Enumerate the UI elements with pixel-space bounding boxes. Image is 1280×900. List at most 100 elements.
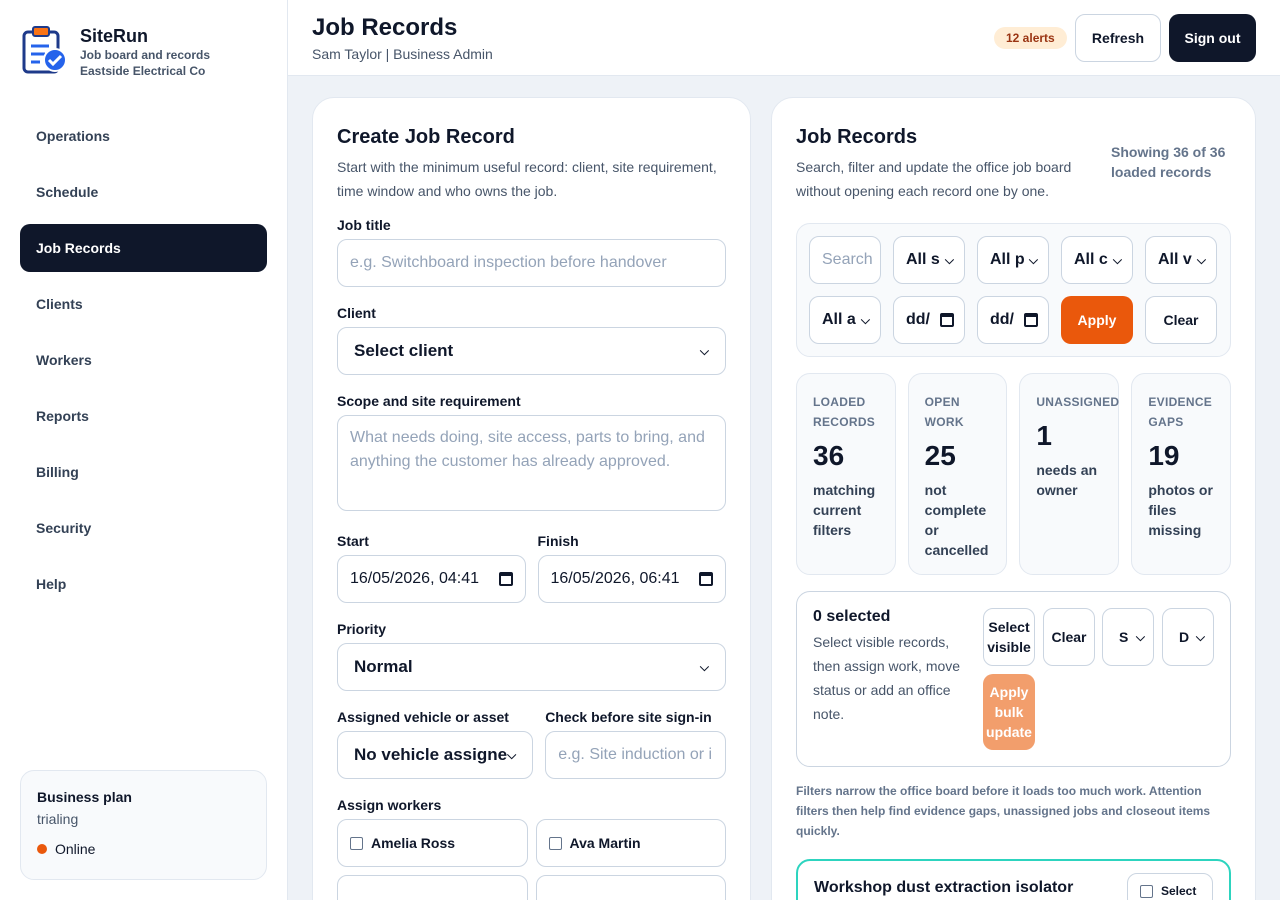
- workers-label: Assign workers: [337, 797, 442, 813]
- vehicle-label: Assigned vehicle or asset: [337, 709, 509, 725]
- sidebar-item-reports[interactable]: Reports: [20, 392, 267, 440]
- job-select-label: Select: [1161, 884, 1197, 898]
- create-panel-title: Create Job Record: [337, 126, 515, 148]
- alerts-badge[interactable]: 12 alerts: [994, 27, 1067, 49]
- chevron-down-icon: ⌵: [944, 252, 954, 267]
- chevron-down-icon: ⌵: [860, 312, 870, 327]
- filter-value: All c: [1074, 251, 1108, 268]
- vehicle-filter-select[interactable]: All v ⌵: [1145, 236, 1217, 284]
- job-records-panel: Job Records Search, filter and update th…: [771, 97, 1256, 900]
- checkbox[interactable]: [548, 836, 562, 850]
- stat-value: 1: [1036, 420, 1052, 451]
- stat-label: LOADED RECORDS: [813, 395, 876, 429]
- status-filter-select[interactable]: All s ⌵: [893, 236, 965, 284]
- sidebar-item-job-records[interactable]: Job Records: [20, 224, 267, 272]
- job-select-toggle[interactable]: Select: [1127, 873, 1213, 900]
- worker-option[interactable]: [535, 875, 726, 900]
- checkbox[interactable]: [1140, 884, 1153, 898]
- apply-filters-button[interactable]: Apply: [1061, 296, 1133, 344]
- clear-selection-button[interactable]: Clear: [1043, 608, 1095, 666]
- finish-label: Finish: [537, 533, 579, 549]
- sidebar-item-operations[interactable]: Operations: [20, 112, 267, 160]
- page-header: Job Records Sam Taylor | Business Admin …: [288, 0, 1280, 76]
- job-record-title: Workshop dust extraction isolator: [814, 879, 1074, 896]
- online-label: Online: [55, 841, 96, 857]
- stat-label: UNASSIGNED: [1036, 395, 1120, 409]
- sidebar-item-workers[interactable]: Workers: [20, 336, 267, 384]
- sign-out-button[interactable]: Sign out: [1169, 14, 1256, 62]
- finish-datetime-input[interactable]: 16/05/2026, 06:41: [537, 555, 726, 603]
- brand-tagline: Job board and records: [80, 48, 211, 62]
- filter-value: All s: [906, 251, 940, 268]
- bulk-description: Select visible records, then assign work…: [813, 634, 961, 722]
- check-input[interactable]: e.g. Site induction or i: [545, 731, 726, 779]
- client-filter-select[interactable]: All c ⌵: [1061, 236, 1133, 284]
- plan-title: Business plan: [37, 789, 132, 805]
- stat-card-unassigned[interactable]: UNASSIGNED 1 needs an owner: [1019, 373, 1120, 575]
- stat-note: matching current filters: [813, 482, 876, 538]
- calendar-icon[interactable]: [1024, 313, 1038, 327]
- date-to-input[interactable]: dd/: [977, 296, 1049, 344]
- stat-label: EVIDENCE GAPS: [1148, 395, 1213, 429]
- worker-option[interactable]: Ava Martin: [535, 819, 726, 867]
- worker-option[interactable]: Amelia Ross: [337, 819, 528, 867]
- bulk-status-select[interactable]: S ⌵: [1102, 608, 1154, 666]
- refresh-button[interactable]: Refresh: [1075, 14, 1161, 62]
- clipboard-check-logo-icon: [22, 26, 67, 74]
- job-record-card[interactable]: Workshop dust extraction isolator Select: [796, 859, 1231, 900]
- bulk-worker-select[interactable]: D ⌵: [1162, 608, 1214, 666]
- sidebar-item-billing[interactable]: Billing: [20, 448, 267, 496]
- job-title-input[interactable]: e.g. Switchboard inspection before hando…: [337, 239, 726, 287]
- create-job-panel: Create Job Record Start with the minimum…: [312, 97, 751, 900]
- search-input[interactable]: Search: [809, 236, 881, 284]
- calendar-icon[interactable]: [498, 572, 513, 586]
- select-visible-button[interactable]: Select visible: [983, 608, 1035, 666]
- workers-grid: Amelia Ross Ava Martin: [337, 819, 726, 900]
- sidebar-item-clients[interactable]: Clients: [20, 280, 267, 328]
- chevron-down-icon: ⌵: [699, 343, 709, 358]
- sidebar-item-schedule[interactable]: Schedule: [20, 168, 267, 216]
- current-user: Sam Taylor | Business Admin: [312, 46, 493, 62]
- start-datetime-value: 16/05/2026, 04:41: [350, 570, 480, 587]
- checkbox[interactable]: [350, 836, 363, 850]
- chevron-down-icon: ⌵: [507, 747, 517, 762]
- priority-filter-select[interactable]: All p ⌵: [977, 236, 1049, 284]
- client-select[interactable]: Select client ⌵: [337, 327, 726, 375]
- sidebar-nav: Operations Schedule Job Records Clients …: [20, 112, 267, 616]
- records-count: Showing 36 of 36 loaded records: [1111, 144, 1226, 180]
- online-status: Online: [37, 841, 250, 857]
- finish-datetime-value: 16/05/2026, 06:41: [550, 570, 680, 587]
- assignee-filter-select[interactable]: All a ⌵: [809, 296, 881, 344]
- apply-bulk-update-button[interactable]: Apply bulk update: [983, 674, 1035, 750]
- brand: SiteRun Job board and records Eastside E…: [20, 24, 210, 79]
- worker-option[interactable]: [337, 875, 528, 900]
- date-from-input[interactable]: dd/: [893, 296, 965, 344]
- scope-textarea[interactable]: What needs doing, site access, parts to …: [337, 415, 726, 511]
- filter-value: All a: [822, 311, 856, 328]
- sidebar-item-help[interactable]: Help: [20, 560, 267, 608]
- vehicle-select[interactable]: No vehicle assigne ⌵: [337, 731, 534, 779]
- date-value: dd/: [990, 311, 1014, 328]
- chevron-down-icon: ⌵: [1112, 252, 1122, 267]
- priority-select-value: Normal: [354, 657, 413, 676]
- worker-name: Ava Martin: [569, 835, 641, 851]
- brand-company: Eastside Electrical Co: [80, 64, 206, 78]
- stat-value: 36: [813, 440, 845, 471]
- stat-card-open[interactable]: OPEN WORK 25 not complete or cancelled: [907, 373, 1008, 575]
- stat-card-loaded[interactable]: LOADED RECORDS 36 matching current filte…: [796, 373, 896, 575]
- status-dot-icon: [37, 844, 47, 854]
- filter-value: All p: [990, 251, 1025, 268]
- records-panel-description: Search, filter and update the office job…: [796, 159, 1072, 199]
- sidebar-item-security[interactable]: Security: [20, 504, 267, 552]
- priority-label: Priority: [337, 621, 387, 637]
- start-datetime-input[interactable]: 16/05/2026, 04:41: [337, 555, 526, 603]
- stat-note: photos or files missing: [1148, 482, 1213, 538]
- sidebar: SiteRun Job board and records Eastside E…: [0, 0, 288, 900]
- stat-card-evidence[interactable]: EVIDENCE GAPS 19 photos or files missing: [1131, 373, 1232, 575]
- calendar-icon[interactable]: [699, 572, 713, 586]
- clear-filters-button[interactable]: Clear: [1145, 296, 1217, 344]
- brand-name: SiteRun: [80, 26, 149, 46]
- filter-bar: Search All s ⌵ All p ⌵ All c ⌵ All v ⌵ All a…: [796, 223, 1231, 357]
- priority-select[interactable]: Normal ⌵: [337, 643, 726, 691]
- calendar-icon[interactable]: [940, 313, 954, 327]
